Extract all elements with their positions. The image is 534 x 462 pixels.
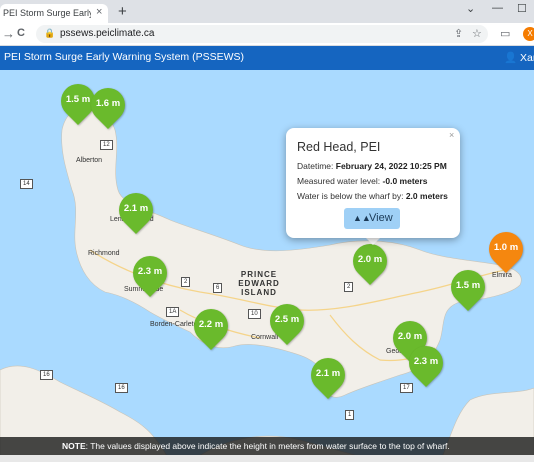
marker-label: 1.5 m	[455, 280, 481, 291]
station-popup: × Red Head, PEI Datetime: February 24, 2…	[286, 128, 460, 238]
marker-label: 2.1 m	[315, 368, 341, 379]
browser-tab-bar: PEI Storm Surge Early Warning S × + ⌄ — …	[0, 0, 534, 23]
share-icon[interactable]: ⇪	[454, 27, 463, 40]
road-shield: 1	[345, 410, 355, 420]
maximize-button[interactable]: ☐	[517, 2, 527, 15]
popup-title: Red Head, PEI	[297, 140, 381, 154]
note-label: NOTE	[62, 441, 86, 451]
road-shield: 10	[248, 309, 261, 319]
road-shield: 2	[181, 277, 191, 287]
station-marker[interactable]: 2.3 m	[401, 338, 451, 388]
user-menu[interactable]: 👤 Xan	[504, 51, 534, 64]
popup-below-wharf: Water is below the wharf by: 2.0 meters	[297, 191, 448, 201]
marker-label: 2.0 m	[357, 254, 383, 265]
marker-label: 2.2 m	[198, 319, 224, 330]
note-bar: NOTE: The values displayed above indicat…	[0, 437, 534, 455]
back-forward-icon[interactable]: →	[2, 26, 15, 41]
browser-tab[interactable]: PEI Storm Surge Early Warning S ×	[0, 4, 108, 23]
road-shield: 6	[213, 283, 223, 293]
tab-close-icon[interactable]: ×	[96, 6, 102, 18]
road-shield: 16	[40, 370, 53, 380]
sidepanel-icon[interactable]: ▭	[500, 27, 510, 40]
tab-search-icon[interactable]: ⌄	[466, 2, 475, 15]
station-marker-warning[interactable]: 1.0 m	[481, 224, 531, 274]
note-text: NOTE: The values displayed above indicat…	[62, 441, 450, 451]
tab-title: PEI Storm Surge Early Warning S	[3, 8, 91, 18]
marker-label: 2.3 m	[137, 266, 163, 277]
water-level-label: Measured water level:	[297, 176, 381, 186]
town-label: Richmond	[88, 250, 120, 257]
lock-icon: 🔒	[44, 28, 56, 38]
bookmark-star-icon[interactable]: ☆	[472, 27, 482, 40]
station-marker[interactable]: 2.1 m	[303, 350, 353, 400]
road-shield: 1A	[166, 307, 180, 317]
province-label: PRINCE EDWARD ISLAND	[238, 270, 280, 297]
marker-label: 1.6 m	[95, 98, 121, 109]
profile-avatar[interactable]: X	[523, 27, 534, 41]
address-bar[interactable]: 🔒 pssews.peiclimate.ca ⇪ ☆	[36, 25, 488, 43]
station-marker[interactable]: 2.1 m	[111, 185, 161, 235]
popup-water-level: Measured water level: -0.0 meters	[297, 176, 427, 186]
popup-datetime: Datetime: February 24, 2022 10:25 PM	[297, 161, 447, 171]
reload-icon[interactable]: C	[17, 27, 25, 39]
view-button[interactable]: ▲▲ View	[344, 208, 400, 229]
view-button-label: View	[369, 212, 393, 224]
minimize-button[interactable]: —	[492, 2, 503, 14]
user-icon: 👤	[504, 52, 518, 64]
datetime-label: Datetime:	[297, 161, 334, 171]
marker-label: 2.1 m	[123, 203, 149, 214]
user-name: Xan	[520, 52, 534, 64]
browser-toolbar: → C 🔒 pssews.peiclimate.ca ⇪ ☆ ▭ X	[0, 23, 534, 46]
new-tab-button[interactable]: +	[118, 3, 127, 20]
below-wharf-label: Water is below the wharf by:	[297, 191, 404, 201]
marker-label: 2.0 m	[397, 331, 423, 342]
station-marker[interactable]: 2.2 m	[186, 301, 236, 351]
town-label: Alberton	[76, 157, 103, 164]
station-marker[interactable]: 1.5 m	[443, 262, 493, 312]
app-header: PEI Storm Surge Early Warning System (PS…	[0, 46, 534, 70]
note-body: : The values displayed above indicate th…	[85, 441, 450, 451]
app-title: PEI Storm Surge Early Warning System (PS…	[4, 51, 245, 63]
url-text: pssews.peiclimate.ca	[60, 28, 155, 39]
marker-label: 2.3 m	[413, 356, 439, 367]
below-wharf-value: 2.0 meters	[405, 191, 448, 201]
station-marker[interactable]: 2.3 m	[125, 248, 175, 298]
road-shield: 12	[100, 140, 113, 150]
browser-bottom-edge	[0, 455, 534, 462]
road-shield: 14	[20, 179, 33, 189]
marker-label: 1.0 m	[493, 242, 519, 253]
datetime-value: February 24, 2022 10:25 PM	[335, 161, 447, 171]
popup-close-icon[interactable]: ×	[449, 130, 454, 140]
road-shield: 16	[115, 383, 128, 393]
road-shield: 2	[344, 282, 354, 292]
station-marker[interactable]: 2.5 m	[262, 296, 312, 346]
marker-label: 2.5 m	[274, 314, 300, 325]
water-level-value: -0.0 meters	[382, 176, 428, 186]
station-marker[interactable]: 1.6 m	[83, 80, 133, 130]
station-marker[interactable]: 2.0 m	[345, 236, 395, 286]
